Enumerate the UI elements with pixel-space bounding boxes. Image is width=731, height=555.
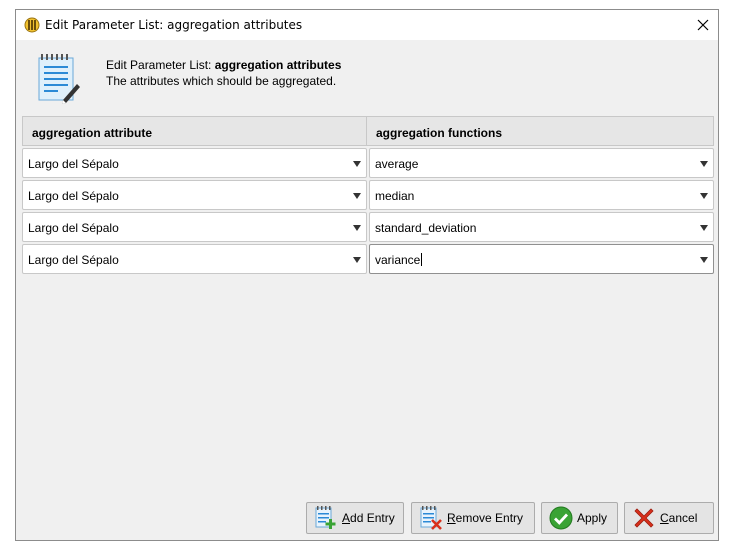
attribute-dropdown[interactable]: Largo del Sépalo	[22, 180, 367, 210]
dropdown-arrow-icon	[353, 193, 361, 199]
column-header-attribute[interactable]: aggregation attribute	[22, 116, 367, 146]
add-entry-label: Add Entry	[342, 511, 395, 525]
apply-label: Apply	[577, 511, 608, 525]
remove-mnemonic: R	[447, 511, 456, 525]
function-text: variance	[375, 253, 421, 267]
add-label-rest: dd Entry	[350, 511, 395, 525]
check-circle-icon	[549, 506, 573, 530]
function-dropdown[interactable]: standard_deviation	[369, 212, 714, 242]
cancel-label: Cancel	[660, 511, 697, 525]
header-title-prefix: Edit Parameter List:	[106, 58, 215, 72]
cancel-mnemonic: C	[660, 511, 669, 525]
notepad-edit-icon	[38, 54, 80, 104]
dropdown-arrow-icon	[700, 193, 708, 199]
red-x-icon	[634, 508, 654, 528]
function-value: standard_deviation	[375, 221, 477, 235]
close-button[interactable]	[688, 10, 718, 40]
table-header: aggregation attribute aggregation functi…	[22, 116, 714, 146]
title-bar: Edit Parameter List: aggregation attribu…	[16, 10, 718, 40]
list-add-icon	[315, 506, 336, 529]
edit-parameter-list-dialog: Edit Parameter List: aggregation attribu…	[15, 9, 719, 541]
table-row: Largo del Sépalo median	[22, 180, 714, 210]
dropdown-arrow-icon	[700, 225, 708, 231]
dropdown-arrow-icon	[353, 257, 361, 263]
header-title-bold: aggregation attributes	[214, 58, 342, 72]
column-header-functions[interactable]: aggregation functions	[367, 116, 714, 146]
list-remove-icon	[420, 506, 442, 530]
attribute-dropdown[interactable]: Largo del Sépalo	[22, 148, 367, 178]
cancel-button[interactable]: Cancel	[624, 502, 714, 534]
attribute-value: Largo del Sépalo	[28, 253, 119, 267]
add-mnemonic: A	[342, 511, 351, 525]
function-dropdown[interactable]: median	[369, 180, 714, 210]
function-dropdown-editable[interactable]: variance	[369, 244, 714, 274]
dropdown-arrow-icon	[353, 225, 361, 231]
cancel-label-rest: ancel	[668, 511, 698, 525]
dropdown-arrow-icon	[700, 161, 708, 167]
remove-entry-label: Remove Entry	[447, 511, 523, 525]
dropdown-arrow-icon	[353, 161, 361, 167]
header-title: Edit Parameter List: aggregation attribu…	[106, 58, 341, 72]
function-value: median	[375, 189, 415, 203]
attribute-value: Largo del Sépalo	[28, 221, 119, 235]
attribute-dropdown[interactable]: Largo del Sépalo	[22, 244, 367, 274]
window-title: Edit Parameter List: aggregation attribu…	[45, 18, 303, 32]
table-row: Largo del Sépalo standard_deviation	[22, 212, 714, 242]
dropdown-arrow-icon	[700, 257, 708, 263]
header-description: The attributes which should be aggregate…	[106, 74, 337, 88]
app-logo-icon	[24, 17, 40, 33]
remove-label-rest: emove Entry	[455, 511, 524, 525]
attribute-dropdown[interactable]: Largo del Sépalo	[22, 212, 367, 242]
table-row: Largo del Sépalo average	[22, 148, 714, 178]
table-row: Largo del Sépalo variance	[22, 244, 714, 274]
apply-button[interactable]: Apply	[541, 502, 618, 534]
close-icon	[697, 19, 709, 31]
attribute-value: Largo del Sépalo	[28, 157, 119, 171]
add-entry-button[interactable]: Add Entry	[306, 502, 404, 534]
text-caret	[421, 253, 423, 266]
function-value: average	[375, 157, 419, 171]
function-dropdown[interactable]: average	[369, 148, 714, 178]
remove-entry-button[interactable]: Remove Entry	[411, 502, 535, 534]
attribute-value: Largo del Sépalo	[28, 189, 119, 203]
function-value: variance	[375, 253, 423, 267]
